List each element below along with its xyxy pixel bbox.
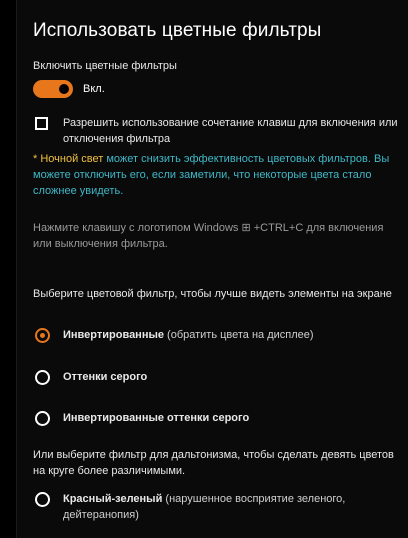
option-grayscale-label[interactable]: Оттенки серого xyxy=(63,369,147,385)
shortcut-hint: Нажмите клавишу с логотипом Windows ⊞ +C… xyxy=(33,222,384,250)
shortcut-checkbox[interactable] xyxy=(35,117,48,130)
toggle-knob xyxy=(59,84,69,94)
radio-grayscale[interactable] xyxy=(35,370,50,385)
option-name: Инвертированные xyxy=(63,329,164,341)
radio-red-green[interactable] xyxy=(35,492,50,507)
filter-question: Выберите цветовой фильтр, чтобы лучше ви… xyxy=(33,288,392,300)
enable-label: Включить цветные фильтры xyxy=(33,60,177,72)
option-red-green-label[interactable]: Красный-зеленый (нарушенное восприятие з… xyxy=(63,491,399,523)
option-desc: (обратить цвета на дисплее) xyxy=(163,329,314,341)
night-light-link[interactable]: Ночной свет xyxy=(40,153,103,165)
option-name: Красный-зеленый xyxy=(63,493,163,505)
settings-panel: Использовать цветные фильтры Включить цв… xyxy=(16,0,408,538)
colorblind-question: Или выберите фильтр для дальтонизма, что… xyxy=(33,449,394,477)
toggle-state-label: Вкл. xyxy=(83,83,105,95)
option-inverted-label[interactable]: Инвертированные (обратить цвета на диспл… xyxy=(63,327,314,343)
option-name: Инвертированные оттенки серого xyxy=(63,412,250,424)
option-inverted-grayscale-label[interactable]: Инвертированные оттенки серого xyxy=(63,410,249,426)
radio-inverted-grayscale[interactable] xyxy=(35,411,50,426)
option-name: Оттенки серого xyxy=(63,371,148,383)
radio-selected-dot xyxy=(40,333,45,338)
shortcut-checkbox-label[interactable]: Разрешить использование сочетание клавиш… xyxy=(63,115,407,147)
page-title: Использовать цветные фильтры xyxy=(33,20,322,41)
night-light-warning: * Ночной свет может снизить эффективност… xyxy=(33,151,405,199)
radio-inverted[interactable] xyxy=(35,328,50,343)
color-filter-toggle[interactable] xyxy=(33,80,73,98)
